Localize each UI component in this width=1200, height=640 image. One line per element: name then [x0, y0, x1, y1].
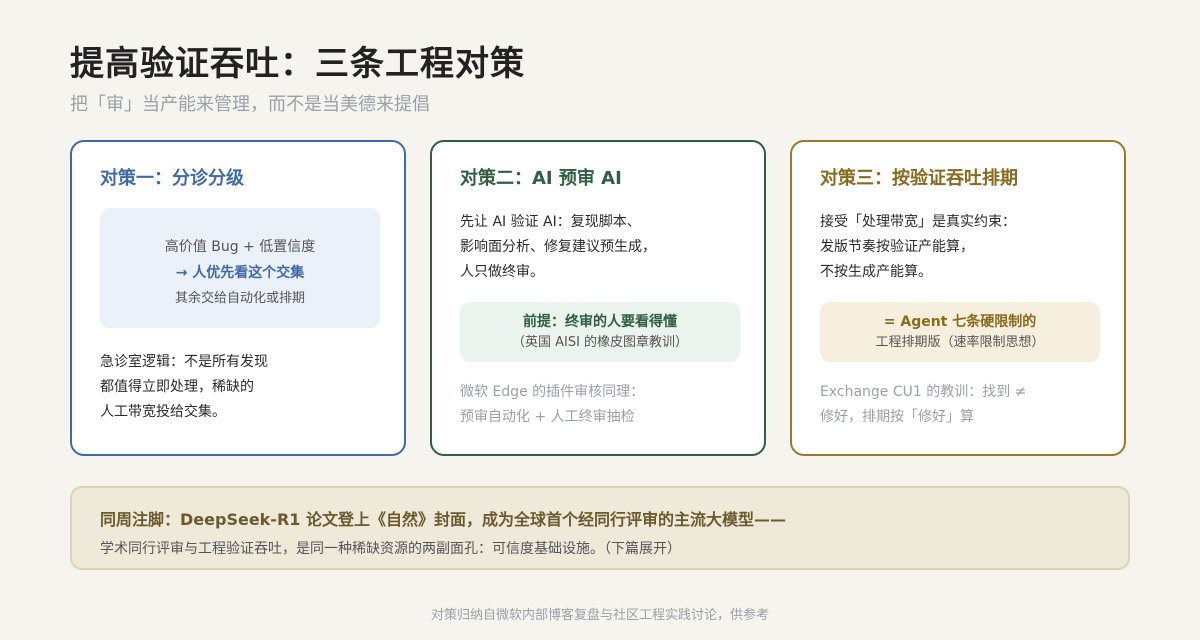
note-line: 微软 Edge 的插件审核同理： [460, 384, 645, 400]
highlight-box: 高价值 Bug + 低置信度 → 人优先看这个交集 其余交给自动化或排期 [100, 208, 380, 328]
body-line: 人只做终审。 [460, 264, 544, 280]
note-line: 修好，排期按「修好」算 [820, 409, 974, 425]
highlight-emphasis: 前提：终审的人要看得懂 [523, 314, 677, 330]
highlight-emphasis: = Agent 七条硬限制的 [883, 314, 1037, 330]
note-line: 预审自动化 + 人工终审抽检 [460, 409, 635, 425]
body-line: 影响面分析、修复建议预生成， [460, 239, 656, 255]
body-line: 不按生成产能算。 [820, 264, 932, 280]
body-line: 人工带宽投给交集。 [100, 404, 226, 420]
strategy-card-ai-prereview: 对策二：AI 预审 AI 先让 AI 验证 AI：复现脚本、 影响面分析、修复建… [430, 140, 766, 456]
card-note: 微软 Edge 的插件审核同理： 预审自动化 + 人工终审抽检 [460, 380, 644, 430]
footnote-box: 同周注脚：DeepSeek-R1 论文登上《自然》封面，成为全球首个经同行评审的… [70, 486, 1130, 570]
strategy-card-triage: 对策一：分诊分级 高价值 Bug + 低置信度 → 人优先看这个交集 其余交给自… [70, 140, 406, 456]
highlight-box: 前提：终审的人要看得懂 （英国 AISI 的橡皮图章教训） [460, 302, 740, 362]
highlight-line: 工程排期版（速率限制思想） [875, 335, 1045, 350]
footnote-body: 学术同行评审与工程验证吞吐，是同一种稀缺资源的两副面孔：可信度基础设施。（下篇展… [100, 541, 681, 557]
body-line: 先让 AI 验证 AI：复现脚本、 [460, 214, 641, 230]
source-caption: 对策归纳自微软内部博客复盘与社区工程实践讨论，供参考 [430, 608, 769, 623]
highlight-box: = Agent 七条硬限制的 工程排期版（速率限制思想） [820, 302, 1100, 362]
highlight-line: （英国 AISI 的橡皮图章教训） [511, 335, 689, 350]
body-line: 发版节奏按验证产能算， [820, 239, 974, 255]
body-line: 都值得立即处理，稀缺的 [100, 379, 254, 395]
footnote-headline: 同周注脚：DeepSeek-R1 论文登上《自然》封面，成为全球首个经同行评审的… [100, 510, 786, 529]
body-line: 急诊室逻辑：不是所有发现 [100, 354, 268, 370]
note-line: Exchange CU1 的教训：找到 ≠ [820, 384, 1027, 400]
body-line: 接受「处理带宽」是真实约束： [820, 214, 1016, 230]
card-body: 先让 AI 验证 AI：复现脚本、 影响面分析、修复建议预生成， 人只做终审。 [460, 210, 656, 285]
highlight-line: 其余交给自动化或排期 [174, 291, 305, 306]
page-title: 提高验证吞吐：三条工程对策 [70, 44, 525, 84]
card-title: 对策一：分诊分级 [100, 168, 244, 189]
card-title: 对策二：AI 预审 AI [460, 168, 622, 189]
highlight-emphasis: → 人优先看这个交集 [175, 265, 305, 281]
card-body: 接受「处理带宽」是真实约束： 发版节奏按验证产能算， 不按生成产能算。 [820, 210, 1016, 285]
card-note: Exchange CU1 的教训：找到 ≠ 修好，排期按「修好」算 [820, 380, 1026, 430]
strategy-card-throughput-schedule: 对策三：按验证吞吐排期 接受「处理带宽」是真实约束： 发版节奏按验证产能算， 不… [790, 140, 1126, 456]
highlight-line: 高价值 Bug + 低置信度 [164, 239, 316, 255]
page-subtitle: 把「审」当产能来管理，而不是当美德来提倡 [70, 94, 430, 115]
card-title: 对策三：按验证吞吐排期 [820, 168, 1018, 189]
card-body: 急诊室逻辑：不是所有发现 都值得立即处理，稀缺的 人工带宽投给交集。 [100, 350, 268, 425]
